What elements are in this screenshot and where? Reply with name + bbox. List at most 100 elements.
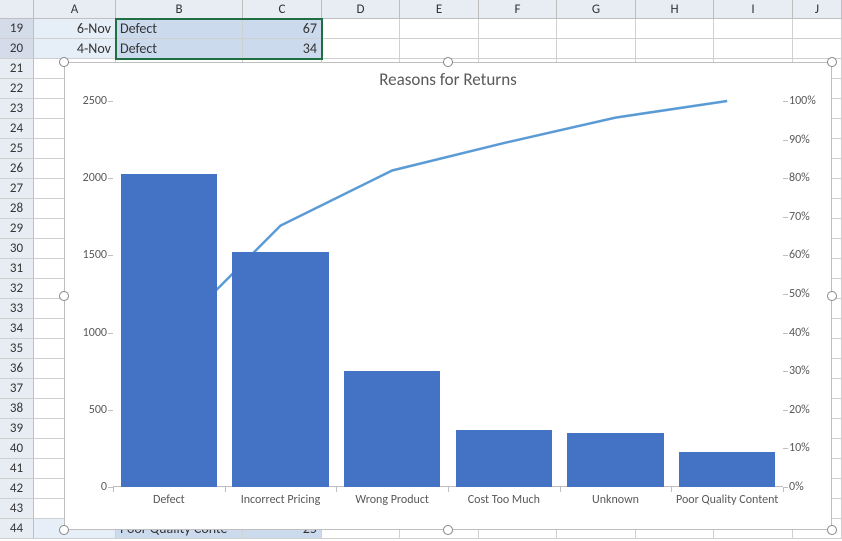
row-header-35[interactable]: 35 bbox=[0, 339, 34, 359]
column-header-C[interactable]: C bbox=[243, 0, 322, 19]
x-tick-label: Defect bbox=[153, 493, 185, 507]
column-header-E[interactable]: E bbox=[400, 0, 479, 19]
row-header-22[interactable]: 22 bbox=[0, 79, 34, 99]
cell-F20[interactable] bbox=[479, 39, 557, 59]
row-header-23[interactable]: 23 bbox=[0, 99, 34, 119]
row-header-29[interactable]: 29 bbox=[0, 219, 34, 239]
column-header-J[interactable]: J bbox=[793, 0, 842, 19]
cell-G19[interactable] bbox=[557, 19, 636, 39]
row-header-24[interactable]: 24 bbox=[0, 119, 34, 139]
y2-tick-label: 90% bbox=[789, 133, 810, 147]
column-header-H[interactable]: H bbox=[636, 0, 714, 19]
cell-C20[interactable]: 34 bbox=[243, 39, 322, 59]
y2-tick-label: 10% bbox=[789, 441, 810, 455]
y-tick-label: 2000 bbox=[83, 171, 107, 185]
x-tick-label: Unknown bbox=[592, 493, 639, 507]
resize-handle[interactable] bbox=[443, 57, 453, 67]
cell-J20[interactable] bbox=[793, 39, 842, 59]
column-header-I[interactable]: I bbox=[714, 0, 793, 19]
row-header-25[interactable]: 25 bbox=[0, 139, 34, 159]
embedded-chart[interactable]: Reasons for Returns 05001000150020002500… bbox=[64, 62, 832, 530]
bar-2[interactable] bbox=[344, 371, 440, 487]
cell-I19[interactable] bbox=[714, 19, 793, 39]
row-header-27[interactable]: 27 bbox=[0, 179, 34, 199]
row-header-44[interactable]: 44 bbox=[0, 519, 34, 539]
resize-handle[interactable] bbox=[827, 57, 837, 67]
row-header-42[interactable]: 42 bbox=[0, 479, 34, 499]
y2-tick-mark bbox=[783, 140, 788, 141]
x-tick-label: Poor Quality Content bbox=[676, 493, 778, 507]
row-header-39[interactable]: 39 bbox=[0, 419, 34, 439]
x-tick-label: Incorrect Pricing bbox=[241, 493, 321, 507]
row-header-21[interactable]: 21 bbox=[0, 59, 34, 79]
row-header-31[interactable]: 31 bbox=[0, 259, 34, 279]
y2-tick-label: 50% bbox=[789, 287, 810, 301]
cell-C19[interactable]: 67 bbox=[243, 19, 322, 39]
row-header-40[interactable]: 40 bbox=[0, 439, 34, 459]
y2-tick-mark bbox=[783, 333, 788, 334]
resize-handle[interactable] bbox=[827, 291, 837, 301]
cell-B19[interactable]: Defect bbox=[116, 19, 243, 39]
column-header-D[interactable]: D bbox=[322, 0, 400, 19]
row-header-34[interactable]: 34 bbox=[0, 319, 34, 339]
cell-A19[interactable]: 6-Nov bbox=[34, 19, 116, 39]
y2-tick-label: 0% bbox=[789, 480, 804, 494]
row-header-20[interactable]: 20 bbox=[0, 39, 34, 59]
y2-tick-label: 80% bbox=[789, 171, 810, 185]
plot-area[interactable]: 050010001500200025000%10%20%30%40%50%60%… bbox=[113, 101, 783, 487]
cell-J19[interactable] bbox=[793, 19, 842, 39]
bar-3[interactable] bbox=[456, 430, 552, 487]
row-header-26[interactable]: 26 bbox=[0, 159, 34, 179]
cell-B20[interactable]: Defect bbox=[116, 39, 243, 59]
cell-H19[interactable] bbox=[636, 19, 714, 39]
y2-tick-mark bbox=[783, 178, 788, 179]
chart-title[interactable]: Reasons for Returns bbox=[65, 69, 831, 90]
y-tick-mark bbox=[108, 333, 113, 334]
row-header-41[interactable]: 41 bbox=[0, 459, 34, 479]
cell-D19[interactable] bbox=[322, 19, 400, 39]
row-header-28[interactable]: 28 bbox=[0, 199, 34, 219]
row-header-30[interactable]: 30 bbox=[0, 239, 34, 259]
bar-1[interactable] bbox=[232, 252, 328, 487]
y-tick-label: 1000 bbox=[83, 326, 107, 340]
row-header-36[interactable]: 36 bbox=[0, 359, 34, 379]
row-header-33[interactable]: 33 bbox=[0, 299, 34, 319]
bar-4[interactable] bbox=[567, 433, 663, 487]
y2-tick-mark bbox=[783, 255, 788, 256]
x-tick-mark bbox=[336, 487, 337, 492]
column-header-G[interactable]: G bbox=[557, 0, 636, 19]
row-header-38[interactable]: 38 bbox=[0, 399, 34, 419]
cell-A20[interactable]: 4-Nov bbox=[34, 39, 116, 59]
y-tick-mark bbox=[108, 410, 113, 411]
y2-tick-mark bbox=[783, 448, 788, 449]
row-header-43[interactable]: 43 bbox=[0, 499, 34, 519]
column-header-A[interactable]: A bbox=[34, 0, 116, 19]
row-header-19[interactable]: 19 bbox=[0, 19, 34, 39]
cell-I20[interactable] bbox=[714, 39, 793, 59]
y-tick-label: 2500 bbox=[83, 94, 107, 108]
bar-0[interactable] bbox=[121, 174, 217, 487]
cell-D20[interactable] bbox=[322, 39, 400, 59]
column-header-B[interactable]: B bbox=[116, 0, 243, 19]
cell-F19[interactable] bbox=[479, 19, 557, 39]
select-all-corner[interactable] bbox=[0, 0, 34, 19]
bar-5[interactable] bbox=[679, 452, 775, 488]
y2-tick-label: 100% bbox=[789, 94, 816, 108]
worksheet: { "columns": { "labels": ["A","B","C","D… bbox=[0, 0, 842, 541]
x-tick-mark bbox=[225, 487, 226, 492]
resize-handle[interactable] bbox=[59, 57, 69, 67]
column-header-F[interactable]: F bbox=[479, 0, 557, 19]
y2-tick-mark bbox=[783, 101, 788, 102]
cell-E19[interactable] bbox=[400, 19, 479, 39]
resize-handle[interactable] bbox=[59, 291, 69, 301]
resize-handle[interactable] bbox=[59, 525, 69, 535]
resize-handle[interactable] bbox=[443, 525, 453, 535]
y2-tick-label: 70% bbox=[789, 210, 810, 224]
y-tick-label: 0 bbox=[101, 480, 107, 494]
cell-H20[interactable] bbox=[636, 39, 714, 59]
cell-E20[interactable] bbox=[400, 39, 479, 59]
resize-handle[interactable] bbox=[827, 525, 837, 535]
row-header-37[interactable]: 37 bbox=[0, 379, 34, 399]
row-header-32[interactable]: 32 bbox=[0, 279, 34, 299]
cell-G20[interactable] bbox=[557, 39, 636, 59]
